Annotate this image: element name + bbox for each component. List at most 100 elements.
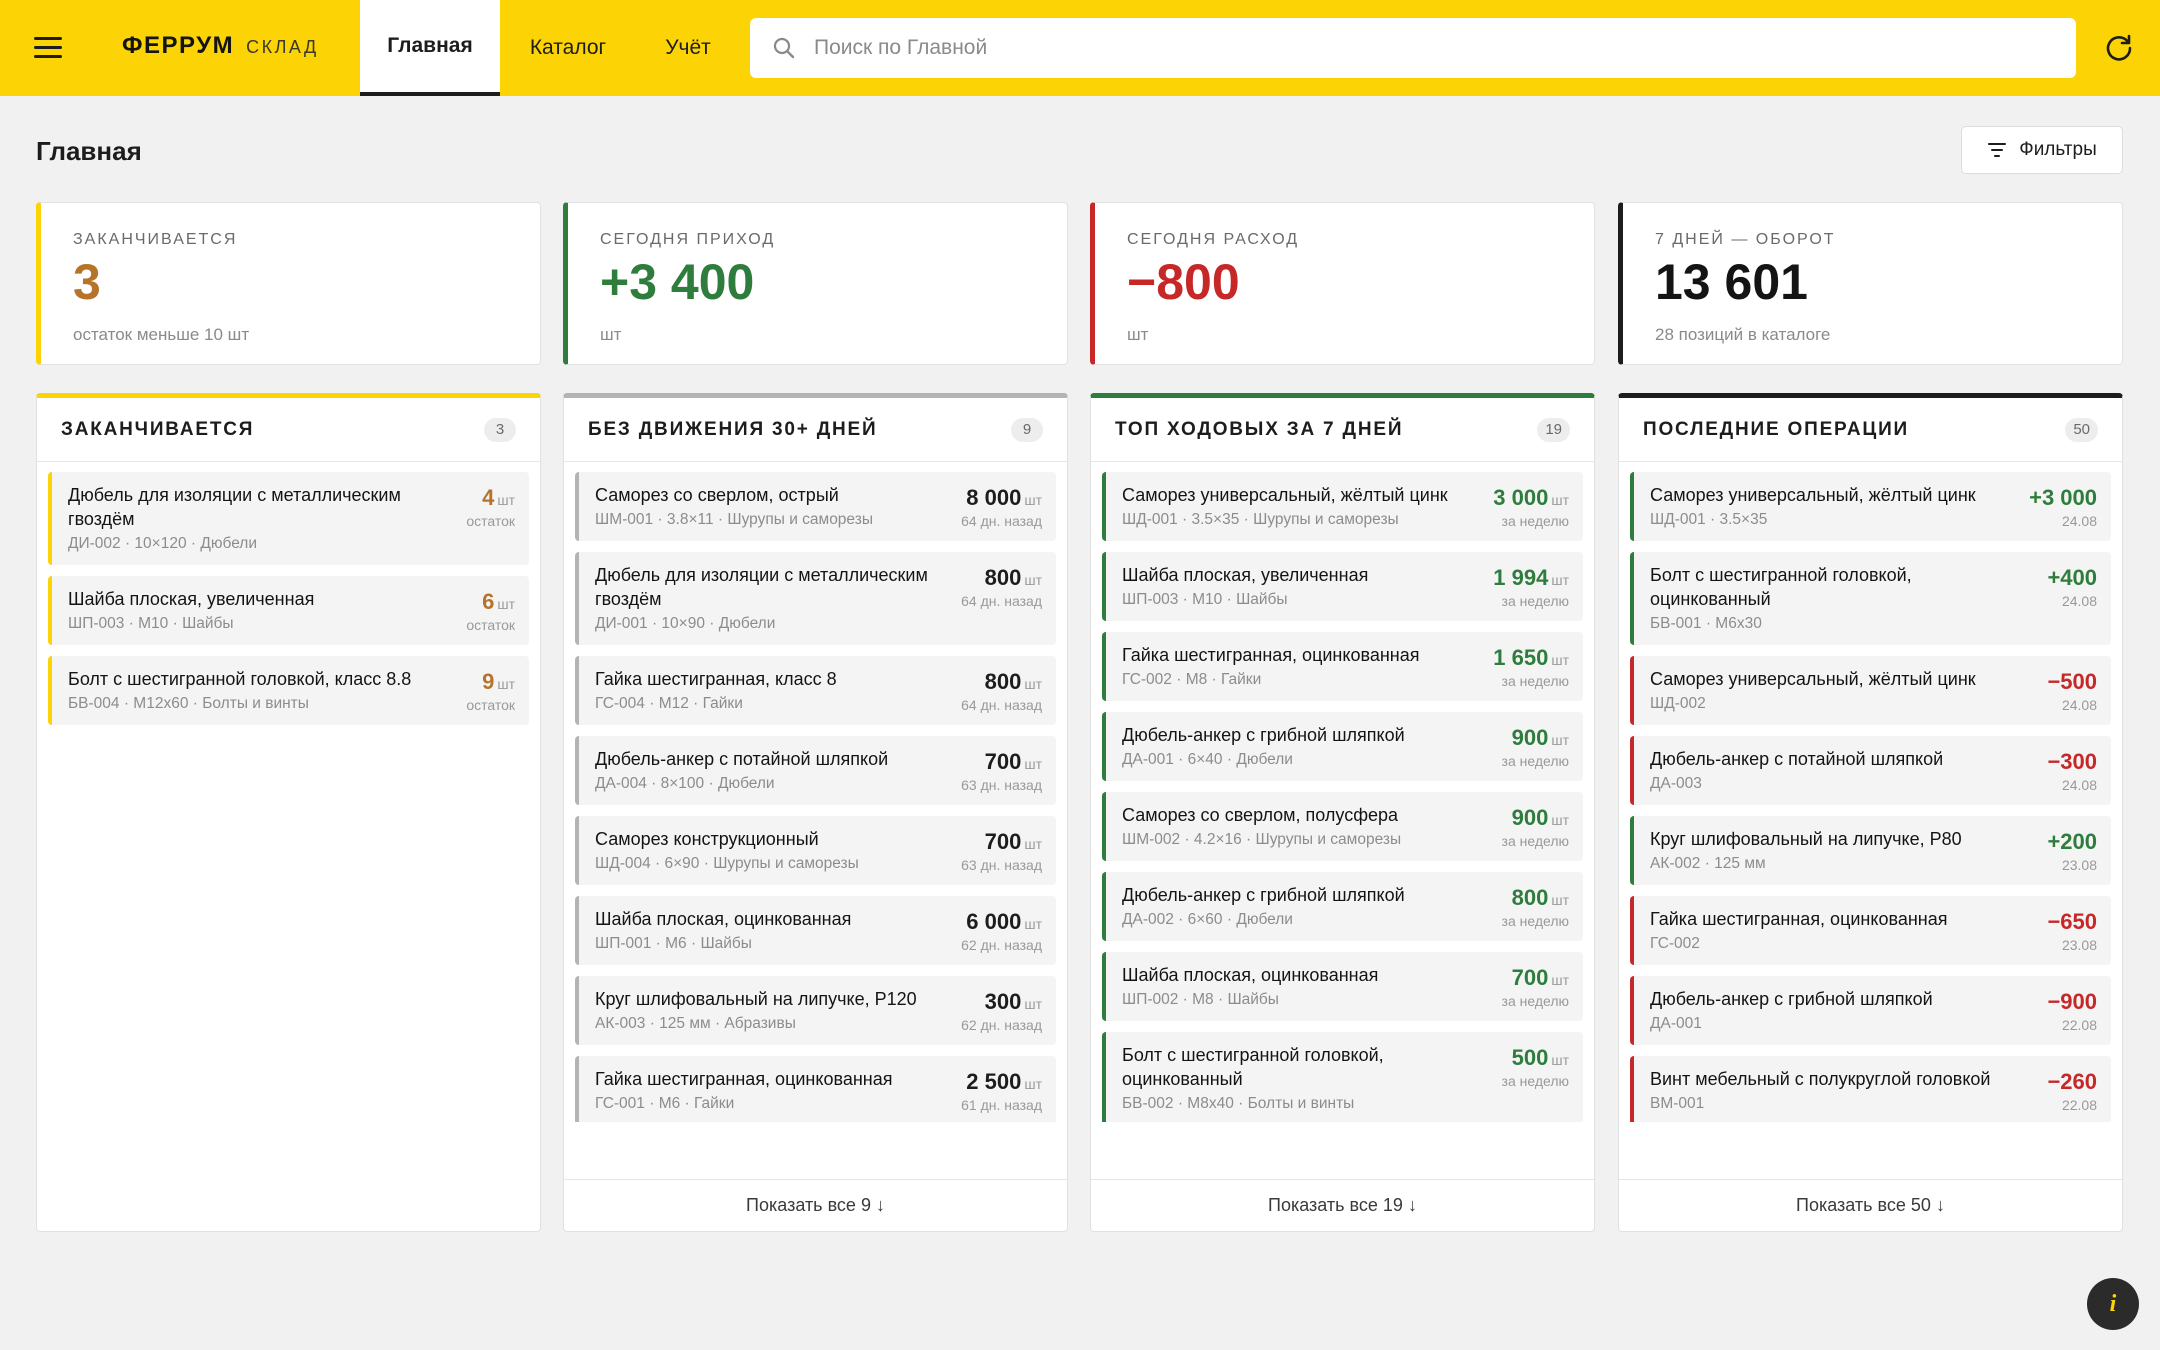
kpi-card-weekly-turnover[interactable]: 7 ДНЕЙ — ОБОРОТ 13 601 28 позиций в ката… <box>1618 202 2123 365</box>
list-item[interactable]: Дюбель для изоляции с металлическим гвоз… <box>48 472 529 565</box>
count-badge: 3 <box>484 417 516 442</box>
item-meta: БВ-001 · М6х30 <box>1650 615 1762 632</box>
kpi-card-low-stock[interactable]: ЗАКАНЧИВАЕТСЯ 3 остаток меньше 10 шт <box>36 202 541 365</box>
show-all-button[interactable]: Показать все 50 ↓ <box>1619 1179 2122 1231</box>
list-item[interactable]: Дюбель-анкер с грибной шляпкой ДА-002 · 6… <box>1102 872 1583 941</box>
item-meta: ДА-002 · 6×60 · Дюбели <box>1122 911 1293 928</box>
item-caption: остаток <box>466 697 515 713</box>
item-info: Дюбель-анкер с грибной шляпкой ДА-002 · 6… <box>1122 883 1474 931</box>
item-name: Саморез универсальный, жёлтый цинк <box>1650 485 1976 505</box>
tab-catalog[interactable]: Каталог <box>508 0 628 96</box>
item-info: Болт с шестигранной головкой, оцинкованн… <box>1650 563 2002 635</box>
filters-button[interactable]: Фильтры <box>1961 126 2123 174</box>
item-unit: шт <box>1024 916 1042 932</box>
kpi-value: 3 <box>73 254 101 310</box>
column-header: БЕЗ ДВИЖЕНИЯ 30+ ДНЕЙ 9 <box>564 398 1067 462</box>
item-caption: за неделю <box>1501 593 1569 609</box>
list-item[interactable]: Гайка шестигранная, оцинкованная ГС-001 ·… <box>575 1056 1056 1122</box>
item-caption: 24.08 <box>2061 777 2097 793</box>
info-icon[interactable]: i <box>2087 1278 2139 1330</box>
item-unit: шт <box>1551 572 1569 588</box>
item-name: Дюбель для изоляции с металлическим гвоз… <box>68 485 401 529</box>
list-item[interactable]: Гайка шестигранная, оцинкованная ГС-002 ·… <box>1102 632 1583 701</box>
list-item[interactable]: Винт мебельный с полукруглой головкой ВМ-… <box>1630 1056 2111 1122</box>
item-quantity: 6 000 шт 62 дн. назад <box>961 907 1042 955</box>
list-item[interactable]: Дюбель-анкер с потайной шляпкой ДА-004 · … <box>575 736 1056 805</box>
item-meta: ШД-001 · 3.5×35 · Шурупы и саморезы <box>1122 511 1399 528</box>
list-item[interactable]: Круг шлифовальный на липучке, Р120 АК-003… <box>575 976 1056 1045</box>
show-all-button[interactable]: Показать все 19 ↓ <box>1091 1179 1594 1231</box>
search-input[interactable] <box>814 36 2014 60</box>
column-list: Дюбель для изоляции с металлическим гвоз… <box>37 462 540 1122</box>
item-info: Саморез со сверлом, полусфера ШМ-002 · 4.… <box>1122 803 1474 851</box>
list-item[interactable]: Болт с шестигранной головкой, класс 8.8 Б… <box>48 656 529 725</box>
item-quantity: +400 24.08 <box>2047 563 2097 635</box>
item-value: 8 000 <box>966 485 1022 510</box>
item-meta: АК-003 · 125 мм · Абразивы <box>595 1015 796 1032</box>
list-item[interactable]: Саморез конструкционный ШД-004 · 6×90 · Ш… <box>575 816 1056 885</box>
item-meta: ШД-004 · 6×90 · Шурупы и саморезы <box>595 855 859 872</box>
item-value: 1 650 <box>1493 645 1549 670</box>
item-value: −300 <box>2047 749 2097 774</box>
show-all-button[interactable]: Показать все 9 ↓ <box>564 1179 1067 1231</box>
list-item[interactable]: Болт с шестигранной головкой, оцинкованн… <box>1630 552 2111 645</box>
list-item[interactable]: Круг шлифовальный на липучке, Р80 АК-002 … <box>1630 816 2111 885</box>
list-item[interactable]: Саморез универсальный, жёлтый цинк ШД-002… <box>1630 656 2111 725</box>
item-meta: ГС-001 · М6 · Гайки <box>595 1095 735 1112</box>
item-value: 800 <box>984 669 1022 694</box>
item-meta: ГС-002 <box>1650 935 1700 952</box>
item-value: 800 <box>984 565 1022 590</box>
list-item[interactable]: Шайба плоская, оцинкованная ШП-002 · М8 ·… <box>1102 952 1583 1021</box>
item-name: Круг шлифовальный на липучке, Р80 <box>1650 829 1962 849</box>
item-meta: ГС-002 · М8 · Гайки <box>1122 671 1262 688</box>
list-item[interactable]: Дюбель-анкер с грибной шляпкой ДА-001 −900… <box>1630 976 2111 1045</box>
item-value: +3 000 <box>2029 485 2097 510</box>
item-info: Гайка шестигранная, оцинкованная ГС-002 ·… <box>1122 643 1474 691</box>
item-caption: 24.08 <box>2061 697 2097 713</box>
list-item[interactable]: Дюбель-анкер с грибной шляпкой ДА-001 · 6… <box>1102 712 1583 781</box>
item-value: 300 <box>984 989 1022 1014</box>
tab-home[interactable]: Главная <box>360 0 500 96</box>
hamburger-icon[interactable] <box>34 37 62 59</box>
item-meta: ШП-003 · М10 · Шайбы <box>1122 591 1288 608</box>
item-caption: 64 дн. назад <box>961 593 1042 609</box>
item-unit: шт <box>497 676 515 692</box>
item-value: −900 <box>2047 989 2097 1014</box>
item-unit: шт <box>1024 836 1042 852</box>
list-item[interactable]: Шайба плоская, оцинкованная ШП-001 · М6 ·… <box>575 896 1056 965</box>
list-item[interactable]: Гайка шестигранная, оцинкованная ГС-002 −6… <box>1630 896 2111 965</box>
item-unit: шт <box>1024 996 1042 1012</box>
search-icon <box>773 37 795 59</box>
list-item[interactable]: Саморез со сверлом, острый ШМ-001 · 3.8×1… <box>575 472 1056 541</box>
item-quantity: −260 22.08 <box>2047 1067 2097 1115</box>
list-item[interactable]: Гайка шестигранная, класс 8 ГС-004 · М12 … <box>575 656 1056 725</box>
item-value: 9 <box>482 669 495 694</box>
item-info: Саморез универсальный, жёлтый цинк ШД-001… <box>1650 483 2002 531</box>
tab-accounting[interactable]: Учёт <box>640 0 736 96</box>
item-caption: остаток <box>466 513 515 529</box>
column-list: Саморез универсальный, жёлтый цинк ШД-001… <box>1091 462 1594 1122</box>
list-item[interactable]: Саморез универсальный, жёлтый цинк ШД-001… <box>1102 472 1583 541</box>
logo[interactable]: ФЕРРУМ СКЛАД <box>122 32 319 60</box>
list-item[interactable]: Шайба плоская, увеличенная ШП-003 · М10 ·… <box>48 576 529 645</box>
kpi-label: ЗАКАНЧИВАЕТСЯ <box>73 231 238 248</box>
kpi-card-income-today[interactable]: СЕГОДНЯ ПРИХОД +3 400 шт <box>563 202 1068 365</box>
column-low-stock: ЗАКАНЧИВАЕТСЯ 3 Дюбель для изоляции с ме… <box>36 393 541 1232</box>
list-item[interactable]: Дюбель-анкер с потайной шляпкой ДА-003 −30… <box>1630 736 2111 805</box>
list-item[interactable]: Саморез универсальный, жёлтый цинк ШД-001… <box>1630 472 2111 541</box>
count-badge: 50 <box>2065 417 2098 442</box>
item-quantity: 1 650 шт за неделю <box>1493 643 1569 691</box>
list-item[interactable]: Шайба плоская, увеличенная ШП-003 · М10 ·… <box>1102 552 1583 621</box>
item-unit: шт <box>1551 492 1569 508</box>
item-quantity: 4 шт остаток <box>466 483 515 555</box>
item-caption: за неделю <box>1501 673 1569 689</box>
item-meta: АК-002 · 125 мм <box>1650 855 1766 872</box>
list-item[interactable]: Саморез со сверлом, полусфера ШМ-002 · 4.… <box>1102 792 1583 861</box>
kpi-card-expense-today[interactable]: СЕГОДНЯ РАСХОД −800 шт <box>1090 202 1595 365</box>
item-name: Гайка шестигранная, оцинкованная <box>595 1069 893 1089</box>
item-caption: 63 дн. назад <box>961 777 1042 793</box>
refresh-icon[interactable] <box>2104 33 2134 63</box>
item-meta: ДИ-002 · 10×120 · Дюбели <box>68 535 257 552</box>
list-item[interactable]: Болт с шестигранной головкой, оцинкованн… <box>1102 1032 1583 1122</box>
list-item[interactable]: Дюбель для изоляции с металлическим гвоз… <box>575 552 1056 645</box>
